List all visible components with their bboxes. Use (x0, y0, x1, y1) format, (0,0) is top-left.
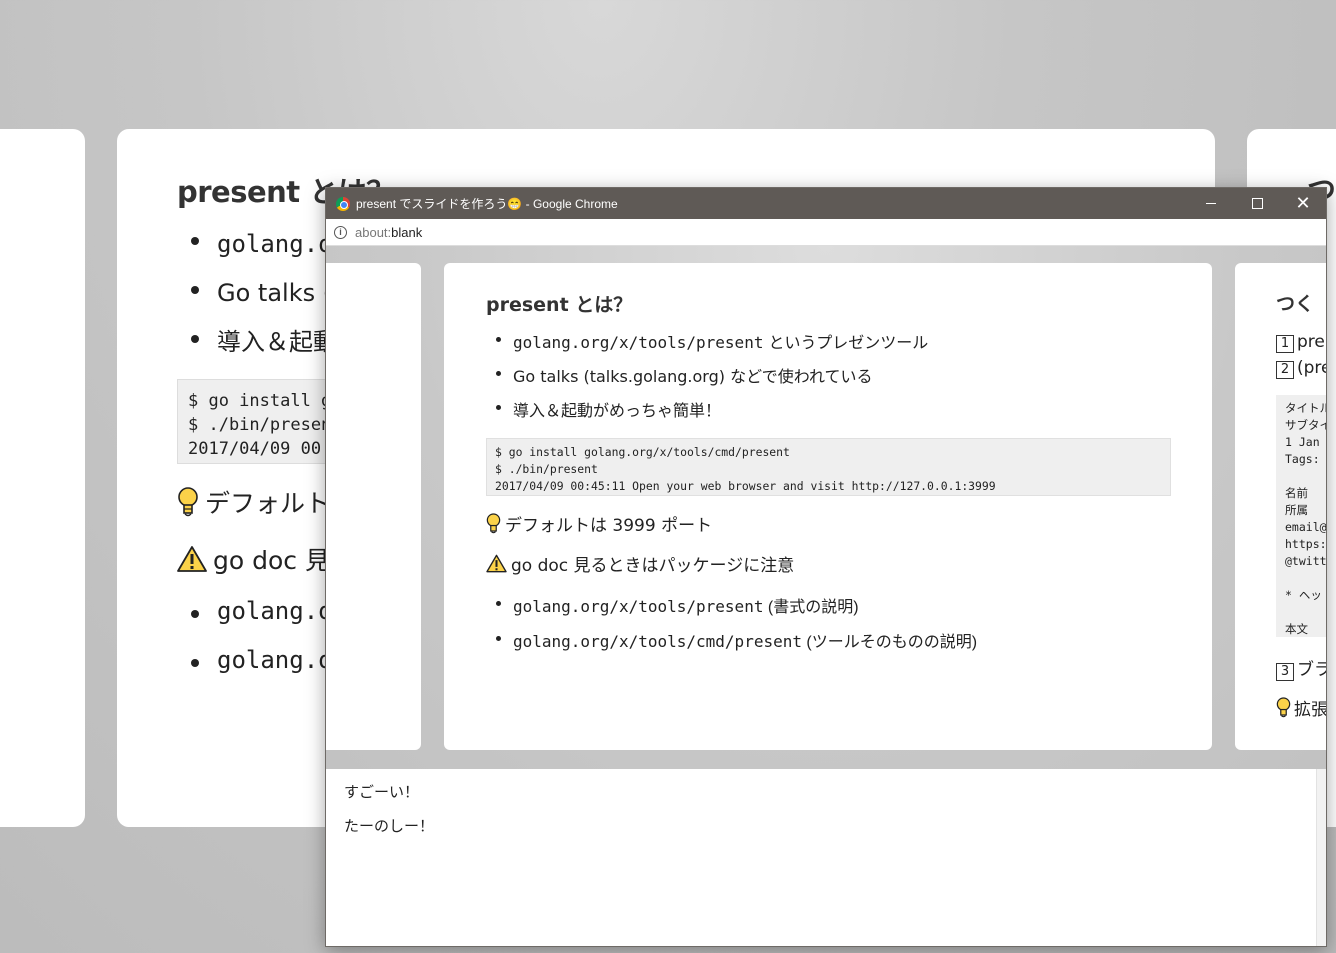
link-code[interactable]: golang.org/x/tools/cmd/present (513, 632, 802, 651)
bullet-item: Go talks (talks.golang.org) などで使われている (486, 363, 928, 397)
step-number-badge: 3 (1276, 663, 1294, 681)
address-bar[interactable]: i about: blank (326, 219, 1326, 246)
lightbulb-icon (486, 513, 501, 534)
warning-icon (486, 554, 507, 573)
step-number-badge: 2 (1276, 361, 1294, 379)
previous-slide (0, 129, 85, 827)
slide-preview-area: present とは？ golang.org/x/tools/present と… (326, 246, 1326, 769)
link-code[interactable]: golang.org/x/tools/present (513, 597, 763, 616)
presenter-window: present でスライドを作ろう😁 - Google Chrome ✕ i a… (325, 187, 1327, 947)
lightbulb-icon (1276, 697, 1291, 718)
code-block: タイトル サブタイ 1 Jan Tags: 名前 所属 email@ https… (1276, 395, 1326, 637)
step-text: pre (1297, 332, 1325, 352)
chrome-icon (336, 196, 350, 211)
tip-text: デフォルトは 3999 ポート (505, 516, 713, 536)
warning-icon (177, 546, 207, 572)
tip-note: 拡張 (1276, 695, 1326, 720)
doc-link[interactable]: golang.org/x/tools/cmd/present (ツールそのものの… (486, 628, 977, 663)
step-text: ブラ (1297, 660, 1326, 680)
tip-note: デフォルトは 3999 ポート (486, 511, 712, 536)
notes-scrollbar[interactable] (1316, 769, 1326, 946)
slide-title: present とは？ (486, 294, 633, 316)
slide-title: つく (1276, 293, 1315, 315)
step-item: 2(pre (1276, 358, 1326, 379)
current-slide-preview: present とは？ golang.org/x/tools/present と… (444, 263, 1212, 750)
slide-bullets: golang.org/x/tools/present というプレゼンツール Go… (486, 329, 928, 431)
speaker-notes[interactable]: すごーい！ たーのしー！ (326, 769, 1326, 946)
bullet-item: 導入＆起動がめっちゃ簡単！ (486, 397, 928, 431)
maximize-button[interactable] (1234, 188, 1280, 219)
step-item: 3ブラ (1276, 655, 1326, 681)
bullet-text: というプレゼンツール (763, 333, 929, 352)
previous-slide-preview (326, 263, 421, 750)
next-slide-preview: つく 1pre 2(pre タイトル サブタイ 1 Jan Tags: 名前 所… (1235, 263, 1326, 750)
step-text: (pre (1297, 358, 1326, 378)
step-item: 1 pre (1276, 332, 1325, 353)
bullet-code: golang.org/x/tools/present (513, 333, 764, 352)
lightbulb-icon (178, 487, 198, 517)
step-number-badge: 1 (1276, 335, 1294, 353)
window-title: present でスライドを作ろう😁 - Google Chrome (356, 197, 618, 211)
doc-link[interactable]: golang.org/x/tools/present (書式の説明) (486, 593, 977, 628)
info-icon[interactable]: i (334, 225, 347, 239)
doc-links: golang.org/x/tools/present (書式の説明) golan… (486, 593, 977, 663)
close-button[interactable]: ✕ (1280, 188, 1326, 219)
warning-note: go doc 見るときはパッケージに注意 (486, 551, 794, 576)
url-path: blank (391, 224, 423, 240)
link-desc: (ツールそのものの説明) (801, 634, 978, 651)
code-block: $ go install golang.org/x/tools/cmd/pres… (486, 438, 1171, 496)
url-scheme: about: (355, 224, 392, 240)
note-line: すごーい！ (344, 783, 420, 801)
window-titlebar[interactable]: present でスライドを作ろう😁 - Google Chrome ✕ (326, 188, 1326, 219)
bullet-item: golang.org/x/tools/present というプレゼンツール (486, 329, 928, 363)
note-line: たーのしー！ (344, 817, 435, 835)
link-desc: (書式の説明) (763, 599, 859, 616)
tip-text: 拡張 (1294, 700, 1326, 720)
warning-text: go doc 見るときはパッケージに注意 (511, 556, 795, 576)
minimize-button[interactable] (1188, 188, 1234, 219)
